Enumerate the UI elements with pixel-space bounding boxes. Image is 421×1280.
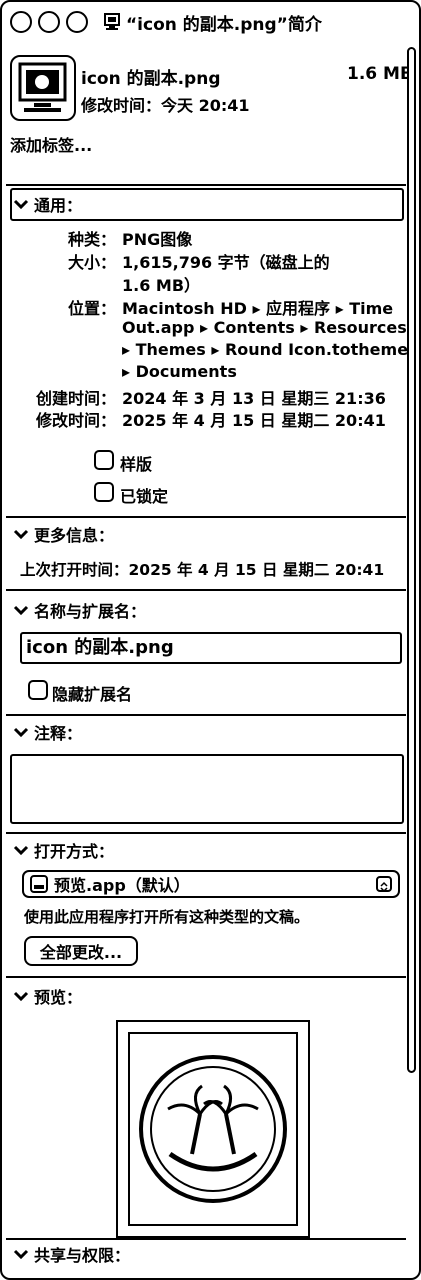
- where-line2: Out.app ▸ Contents ▸ Resources: [122, 318, 407, 337]
- open-with-app: 预览.app（默认）: [54, 876, 190, 895]
- comments-field[interactable]: [10, 754, 404, 824]
- section-preview[interactable]: 预览：: [12, 984, 82, 1008]
- divider: [6, 976, 406, 978]
- section-more-info-title: 更多信息：: [34, 526, 115, 545]
- document-icon: [104, 13, 120, 30]
- kind-label: 种类：: [67, 230, 116, 249]
- file-size: 1.6 MB: [347, 64, 413, 84]
- title-bar: “icon 的副本.png”简介: [2, 2, 419, 42]
- section-comments[interactable]: 注释：: [12, 720, 82, 744]
- stationery-label: 样版: [120, 455, 153, 474]
- locked-label: 已锁定: [120, 487, 169, 506]
- section-preview-title: 预览：: [34, 988, 83, 1007]
- where-line3: ▸ Themes ▸ Round Icon.totheme: [122, 340, 409, 359]
- preview-image-inner: [128, 1032, 298, 1226]
- minimize-button[interactable]: [38, 11, 60, 33]
- scrollbar[interactable]: [407, 47, 416, 1073]
- section-name-ext-title: 名称与扩展名：: [34, 602, 147, 621]
- divider: [6, 1238, 406, 1240]
- where-line4: ▸ Documents: [122, 362, 237, 381]
- chevron-down-icon: [13, 529, 29, 540]
- window-title: “icon 的副本.png”简介: [126, 14, 322, 35]
- section-sharing-title: 共享与权限：: [34, 1246, 131, 1265]
- open-with-description: 使用此应用程序打开所有这种类型的文稿。: [24, 908, 310, 926]
- size-value-line2: 1.6 MB）: [122, 276, 201, 295]
- file-icon: [10, 55, 76, 121]
- stationery-checkbox[interactable]: [94, 450, 114, 470]
- hide-extension-checkbox[interactable]: [28, 680, 48, 700]
- where-label: 位置：: [67, 299, 116, 318]
- section-open-with[interactable]: 打开方式：: [12, 838, 114, 862]
- name-field[interactable]: icon 的副本.png: [20, 632, 402, 664]
- chevron-down-icon: [13, 991, 29, 1002]
- chevron-down-icon: [13, 1249, 29, 1260]
- open-with-popup[interactable]: 预览.app（默认）: [22, 870, 400, 898]
- section-sharing[interactable]: 共享与权限：: [12, 1242, 130, 1266]
- section-name-ext[interactable]: 名称与扩展名：: [12, 598, 146, 622]
- app-icon: [30, 875, 48, 893]
- section-general-title: 通用：: [34, 196, 83, 215]
- popup-arrows-icon: [376, 876, 392, 893]
- size-label: 大小：: [67, 253, 116, 272]
- chevron-down-icon: [13, 199, 29, 210]
- where-line1: Macintosh HD ▸ 应用程序 ▸ Time: [122, 299, 394, 318]
- divider: [6, 714, 406, 716]
- last-opened: 上次打开时间：2025 年 4 月 15 日 星期二 20:41: [20, 561, 385, 579]
- divider: [6, 184, 406, 186]
- tags-placeholder: 添加标签...: [10, 136, 93, 155]
- divider: [6, 589, 406, 591]
- info-content: icon 的副本.png 1.6 MB 修改时间：今天 20:41 添加标签..…: [2, 42, 419, 1278]
- modified-label: 修改时间：: [35, 411, 116, 430]
- divider: [6, 832, 406, 834]
- chevron-down-icon: [13, 845, 29, 856]
- divider: [6, 516, 406, 518]
- section-general[interactable]: 通用：: [12, 192, 82, 216]
- hide-extension-label: 隐藏扩展名: [52, 685, 133, 704]
- created-value: 2024 年 3 月 13 日 星期三 21:36: [122, 389, 386, 408]
- created-label: 创建时间：: [35, 389, 116, 408]
- kind-value: PNG图像: [122, 230, 193, 249]
- modified-value: 2025 年 4 月 15 日 星期二 20:41: [122, 411, 386, 430]
- preview-image: [116, 1020, 310, 1238]
- chevron-down-icon: [13, 605, 29, 616]
- zoom-button[interactable]: [66, 11, 88, 33]
- info-window: “icon 的副本.png”简介 icon 的副本.png 1.6 MB 修改时…: [0, 0, 421, 1280]
- modified-summary: 修改时间：今天 20:41: [81, 96, 250, 115]
- palm-icon: [139, 1055, 287, 1203]
- chevron-down-icon: [13, 727, 29, 738]
- section-open-with-title: 打开方式：: [34, 842, 115, 861]
- locked-checkbox[interactable]: [94, 482, 114, 502]
- close-button[interactable]: [10, 11, 32, 33]
- section-comments-title: 注释：: [34, 724, 83, 743]
- section-more-info[interactable]: 更多信息：: [12, 522, 114, 546]
- size-value-line1: 1,615,796 字节（磁盘上的: [122, 253, 330, 272]
- change-all-button[interactable]: 全部更改...: [24, 936, 138, 966]
- file-name: icon 的副本.png: [81, 69, 221, 89]
